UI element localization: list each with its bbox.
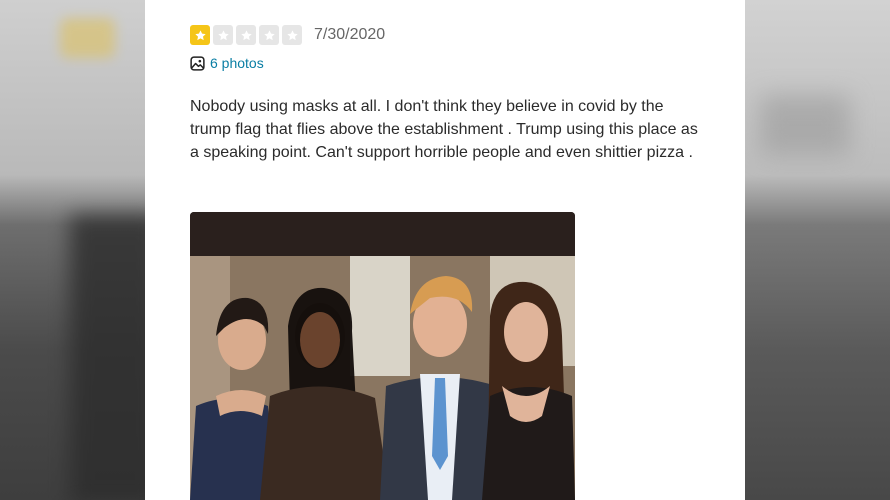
star-icon [213,25,233,45]
review-card: 7/30/2020 6 photos Nobody using masks at… [145,0,745,500]
photo-top-bar [190,212,575,256]
star-icon [236,25,256,45]
background-blur-shape [60,18,115,58]
star-icon [282,25,302,45]
photo-icon [190,55,205,71]
review-photo[interactable] [190,212,575,500]
photos-link-label[interactable]: 6 photos [210,55,264,71]
star-rating [190,25,305,45]
star-icon [190,25,210,45]
group-photo-image [190,256,575,500]
rating-row: 7/30/2020 [190,23,385,47]
background-right [745,0,890,500]
star-icon [259,25,279,45]
photos-link[interactable]: 6 photos [190,55,264,71]
review-date: 7/30/2020 [314,26,386,43]
background-blur-shape [760,95,850,155]
review-text: Nobody using masks at all. I don't think… [190,98,698,161]
